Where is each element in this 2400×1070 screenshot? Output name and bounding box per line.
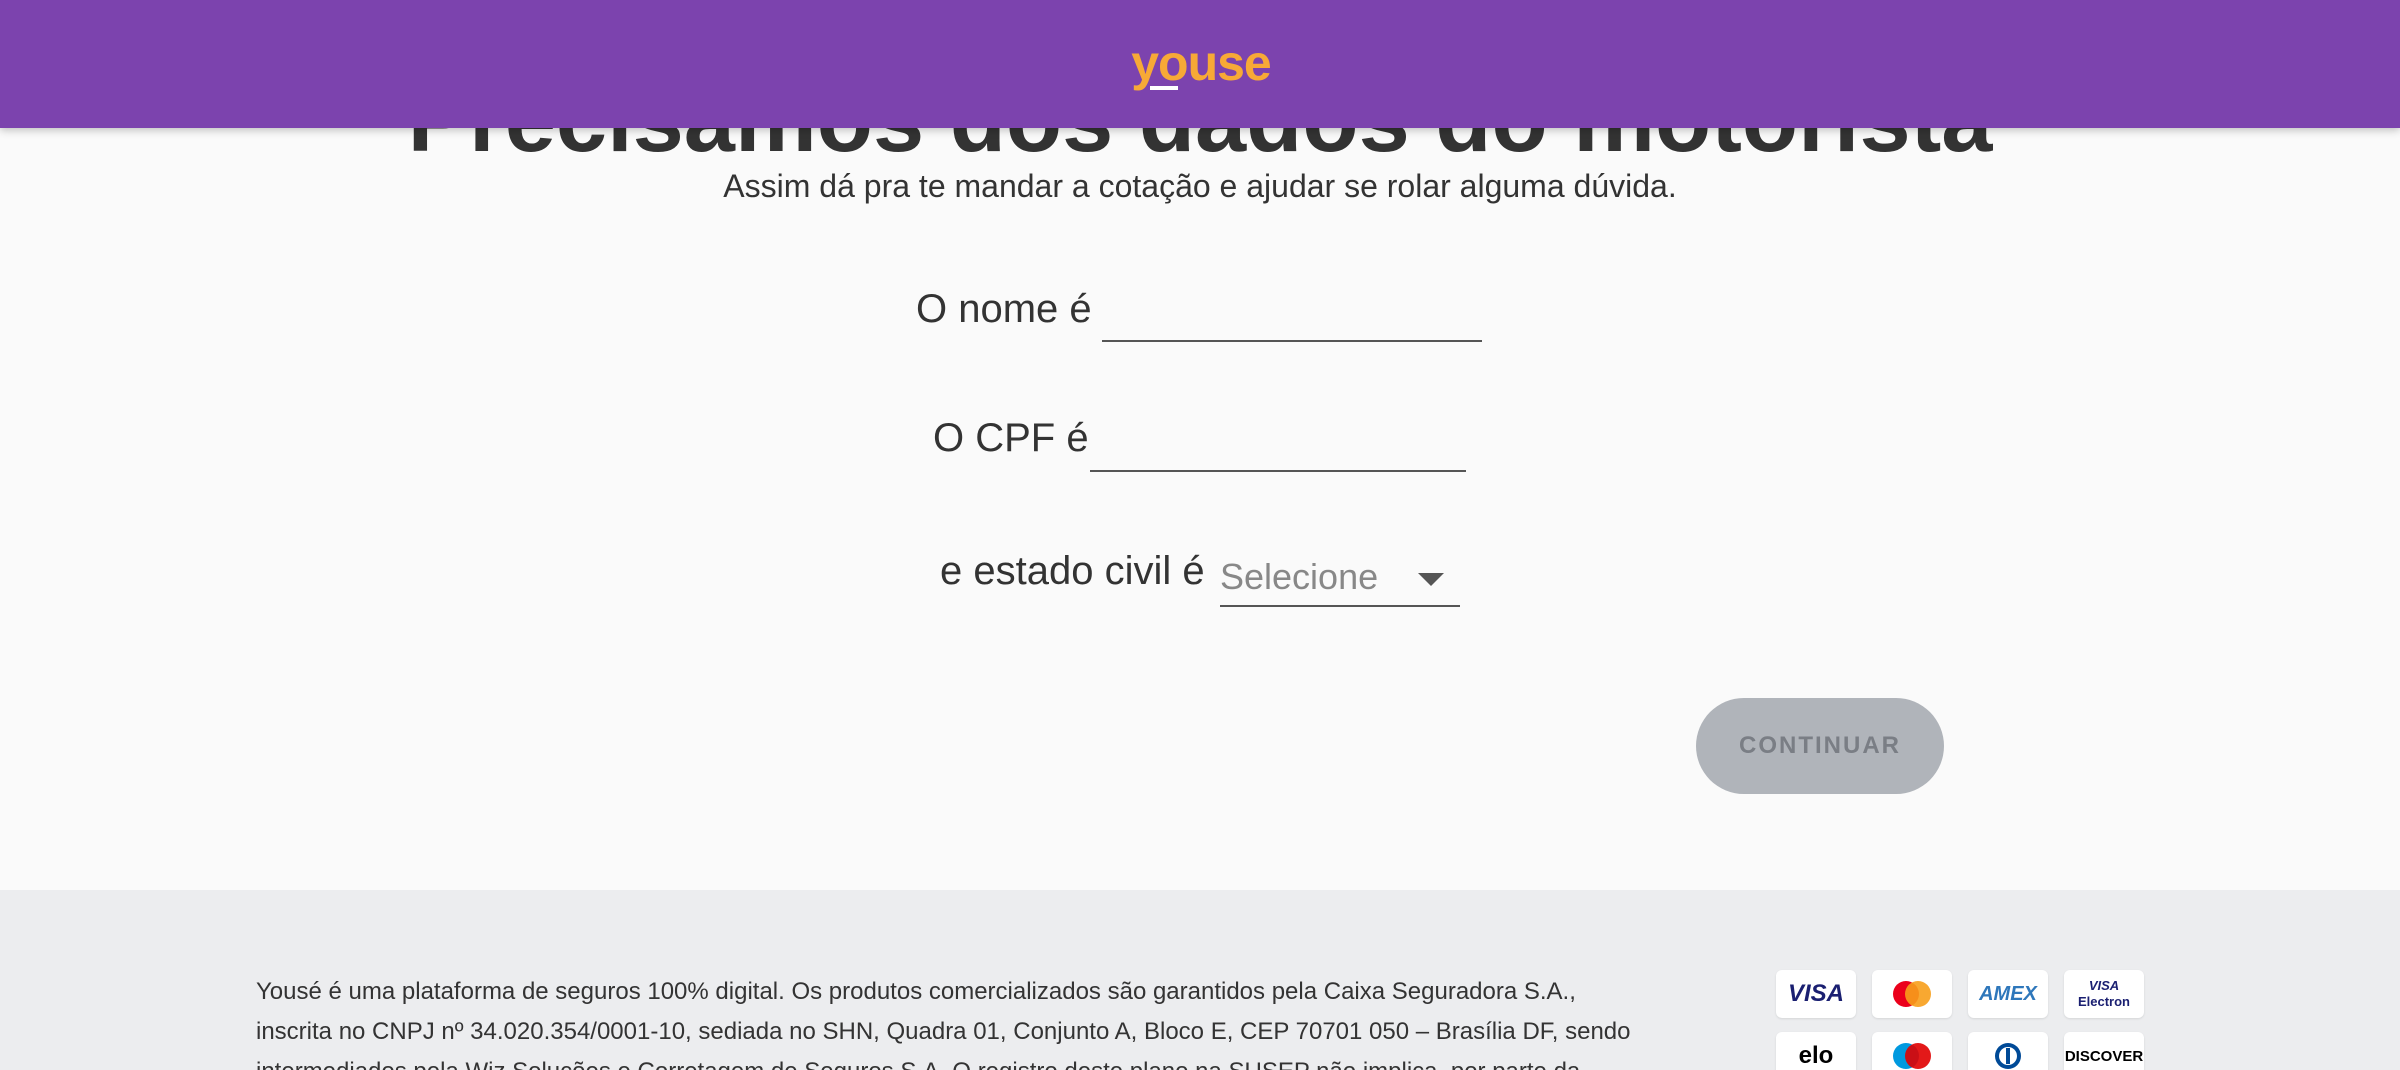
elo-icon: elo	[1776, 1032, 1856, 1070]
civil-status-select[interactable]: Selecione	[1220, 547, 1460, 607]
page-subtitle: Assim dá pra te mandar a cotação e ajuda…	[723, 168, 1677, 204]
footer: Yousé é uma plataforma de seguros 100% d…	[0, 890, 2400, 1070]
youse-logo[interactable]: youse	[1116, 36, 1286, 92]
continue-button[interactable]: CONTINUAR	[1696, 698, 1944, 794]
visa-icon: VISA	[1776, 970, 1856, 1018]
top-header: youse	[0, 0, 2400, 128]
maestro-icon	[1872, 1032, 1952, 1070]
svg-text:youse: youse	[1131, 36, 1271, 91]
diners-icon	[1968, 1032, 2048, 1070]
name-label: O nome é	[916, 287, 1092, 331]
civil-status-label: e estado civil é	[940, 549, 1205, 593]
cpf-input[interactable]	[1090, 414, 1466, 472]
chevron-down-icon	[1418, 573, 1444, 586]
cpf-label: O CPF é	[933, 416, 1089, 460]
discover-icon: DISCOVER	[2064, 1032, 2144, 1070]
mastercard-icon	[1872, 970, 1952, 1018]
civil-status-value: Selecione	[1220, 556, 1379, 597]
footer-legal-text: Yousé é uma plataforma de seguros 100% d…	[256, 978, 1631, 1070]
visa-electron-icon: VISA Electron	[2064, 970, 2144, 1018]
amex-icon: AMEX	[1968, 970, 2048, 1018]
name-input[interactable]	[1102, 284, 1482, 342]
